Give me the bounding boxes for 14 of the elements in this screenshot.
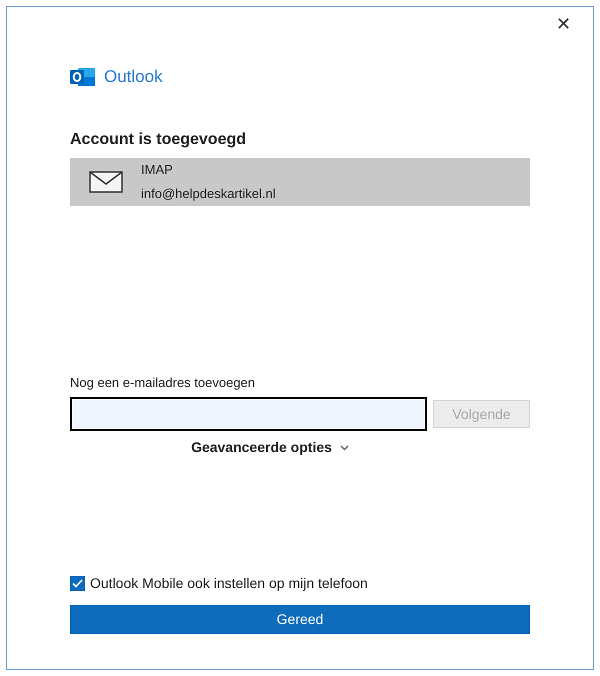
mobile-checkbox[interactable] xyxy=(70,576,85,591)
email-input-field[interactable] xyxy=(70,397,427,431)
account-type: IMAP xyxy=(141,161,174,179)
envelope-icon xyxy=(89,170,123,192)
heading: Account is toegevoegd xyxy=(70,130,248,150)
done-button[interactable]: Gereed xyxy=(70,605,530,634)
chevron-icon xyxy=(340,444,349,450)
checkbox-label: Outlook Mobile ook instellen op mijn telefoon xyxy=(90,574,368,593)
field-label: Nog een e-mailadres toevoegen xyxy=(70,374,256,392)
advanced-options-toggle[interactable]: Geavanceerde opties xyxy=(191,437,349,458)
account-email: info@helpdeskartikel.nl xyxy=(141,184,276,203)
checkmark-icon xyxy=(72,579,83,588)
app-name: Outlook xyxy=(104,66,163,88)
close-button[interactable]: ✕ xyxy=(552,15,575,33)
